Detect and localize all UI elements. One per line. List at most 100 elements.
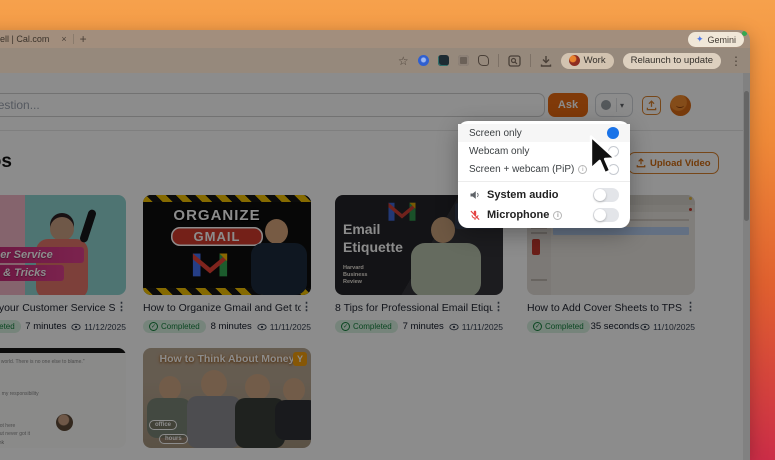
system-audio-toggle[interactable] bbox=[593, 188, 619, 202]
extension-icon-1[interactable] bbox=[418, 55, 429, 66]
video-duration: 7 minutes bbox=[403, 321, 444, 332]
upload-video-label: Upload Video bbox=[650, 158, 711, 169]
video-thumbnail[interactable]: ustomer Service Tips & Tricks bbox=[0, 195, 126, 295]
user-avatar[interactable] bbox=[670, 95, 691, 116]
video-card[interactable]: everything in your world. There is no on… bbox=[0, 348, 126, 448]
extension-icon-2[interactable] bbox=[438, 55, 449, 66]
eye-icon bbox=[257, 323, 267, 331]
thumbnail-decor bbox=[532, 239, 540, 255]
card-menu-icon[interactable]: ⋮ bbox=[685, 302, 695, 312]
video-card[interactable]: How to Think About Money Y office hours bbox=[143, 348, 311, 448]
bookmark-star-icon[interactable]: ☆ bbox=[398, 55, 409, 67]
eye-icon bbox=[71, 323, 81, 331]
thumbnail-person bbox=[431, 217, 455, 243]
side-panel-search-icon[interactable] bbox=[508, 55, 521, 67]
card-menu-icon[interactable]: ⋮ bbox=[116, 302, 126, 312]
thumbnail-text: GMAIL bbox=[171, 227, 263, 246]
gemini-label: Gemini bbox=[707, 35, 736, 45]
profile-label: Work bbox=[584, 55, 606, 66]
speaker-icon bbox=[469, 189, 481, 201]
video-date: 11/11/2025 bbox=[449, 322, 503, 332]
video-date: 11/10/2025 bbox=[640, 322, 695, 332]
new-tab-button[interactable]: + bbox=[80, 34, 87, 44]
thumbnail-person bbox=[265, 219, 288, 244]
thumbnail-person bbox=[411, 243, 481, 295]
ask-question-input[interactable] bbox=[0, 93, 545, 117]
gemini-button[interactable]: ✦ Gemini bbox=[688, 32, 744, 47]
section-title: Videos bbox=[0, 151, 12, 173]
extension-icon-4[interactable] bbox=[478, 55, 489, 66]
video-date: 11/11/2025 bbox=[257, 322, 311, 332]
check-circle-icon: ✓ bbox=[341, 322, 350, 331]
thumbnail-text: Email Etiquette bbox=[343, 221, 403, 256]
thumbnail-person bbox=[251, 243, 307, 295]
page-scrollbar[interactable] bbox=[743, 73, 750, 460]
upload-icon bbox=[646, 100, 657, 111]
thumbnail-person bbox=[50, 217, 74, 241]
status-badge: ✓ Completed bbox=[527, 320, 590, 333]
check-circle-icon: ✓ bbox=[533, 322, 542, 331]
relaunch-label: Relaunch to update bbox=[631, 55, 713, 66]
video-duration: 35 seconds bbox=[591, 321, 640, 332]
video-title[interactable]: Improve your Customer Service Skills bbox=[0, 302, 116, 314]
ask-button[interactable]: Ask bbox=[548, 93, 588, 117]
tab-separator bbox=[73, 34, 74, 44]
info-icon: i bbox=[553, 211, 562, 220]
gemini-sparkle-icon: ✦ bbox=[696, 34, 704, 45]
thumbnail-avatar bbox=[56, 414, 73, 431]
mouse-cursor bbox=[588, 135, 618, 177]
video-thumbnail[interactable]: everything in your world. There is no on… bbox=[0, 348, 126, 448]
scrollbar-thumb[interactable] bbox=[744, 91, 749, 221]
browser-window: ell | Cal.com × + ✦ Gemini ☆ Work bbox=[0, 30, 750, 460]
record-split-button[interactable]: ▾ bbox=[595, 93, 633, 117]
menu-item-microphone[interactable]: Microphonei bbox=[458, 205, 630, 225]
video-card[interactable]: ustomer Service Tips & Tricks Improve yo… bbox=[0, 195, 126, 333]
status-badge: ✓ Completed bbox=[335, 320, 398, 333]
record-dot-icon bbox=[601, 100, 611, 110]
thumbnail-text: ORGANIZE bbox=[157, 207, 277, 224]
caution-stripe bbox=[143, 195, 311, 202]
card-menu-icon[interactable]: ⋮ bbox=[301, 302, 311, 312]
thumbnail-caption: rship, Jocko Willink bbox=[0, 440, 4, 446]
channel-badge: Y bbox=[293, 352, 307, 366]
card-menu-icon[interactable]: ⋮ bbox=[493, 302, 503, 312]
relaunch-to-update-button[interactable]: Relaunch to update bbox=[623, 53, 721, 69]
gmail-logo bbox=[387, 199, 417, 223]
browser-toolbar: ☆ Work Relaunch to update ⋮ bbox=[0, 48, 750, 73]
phone-handset-decor bbox=[79, 209, 97, 244]
browser-menu-icon[interactable]: ⋮ bbox=[730, 55, 742, 67]
info-icon: i bbox=[578, 165, 587, 174]
upload-video-button[interactable]: Upload Video bbox=[628, 152, 719, 174]
profile-avatar bbox=[569, 55, 580, 66]
video-thumbnail[interactable]: ORGANIZE GMAIL bbox=[143, 195, 311, 295]
profile-button[interactable]: Work bbox=[561, 53, 614, 69]
menu-item-system-audio[interactable]: System audio bbox=[458, 185, 630, 205]
video-duration: 7 minutes bbox=[25, 321, 66, 332]
update-status-dot bbox=[742, 31, 747, 36]
chevron-down-icon[interactable]: ▾ bbox=[620, 101, 624, 110]
thumbnail-bubble: hours bbox=[159, 434, 188, 444]
upload-icon bbox=[636, 158, 646, 168]
download-icon[interactable] bbox=[540, 55, 552, 67]
tab-close-icon[interactable]: × bbox=[61, 34, 66, 44]
video-title[interactable]: How to Add Cover Sheets to TPS Reports bbox=[527, 302, 685, 314]
status-badge: ✓ Completed bbox=[143, 320, 206, 333]
thumbnail-text: How to Think About Money bbox=[143, 353, 311, 365]
upload-icon-button[interactable] bbox=[642, 96, 661, 115]
video-title[interactable]: How to Organize Gmail and Get to Inbox Z… bbox=[143, 302, 301, 314]
video-date: 11/12/2025 bbox=[71, 322, 126, 332]
video-thumbnail[interactable]: How to Think About Money Y office hours bbox=[143, 348, 311, 448]
extension-icon-3[interactable] bbox=[458, 55, 469, 66]
status-badge: ✓ Completed bbox=[0, 320, 21, 333]
video-title[interactable]: 8 Tips for Professional Email Etiquette bbox=[335, 302, 493, 314]
toolbar-divider bbox=[498, 54, 499, 67]
menu-divider bbox=[458, 181, 630, 182]
tab-title[interactable]: ell | Cal.com bbox=[0, 34, 49, 44]
browser-tab-bar: ell | Cal.com × + ✦ Gemini bbox=[0, 30, 750, 48]
gmail-logo bbox=[191, 249, 229, 279]
eye-icon bbox=[640, 323, 650, 331]
video-card[interactable]: ORGANIZE GMAIL How to Organize Gmail and… bbox=[143, 195, 311, 333]
check-circle-icon: ✓ bbox=[149, 322, 158, 331]
microphone-toggle[interactable] bbox=[593, 208, 619, 222]
toolbar-divider bbox=[530, 54, 531, 67]
